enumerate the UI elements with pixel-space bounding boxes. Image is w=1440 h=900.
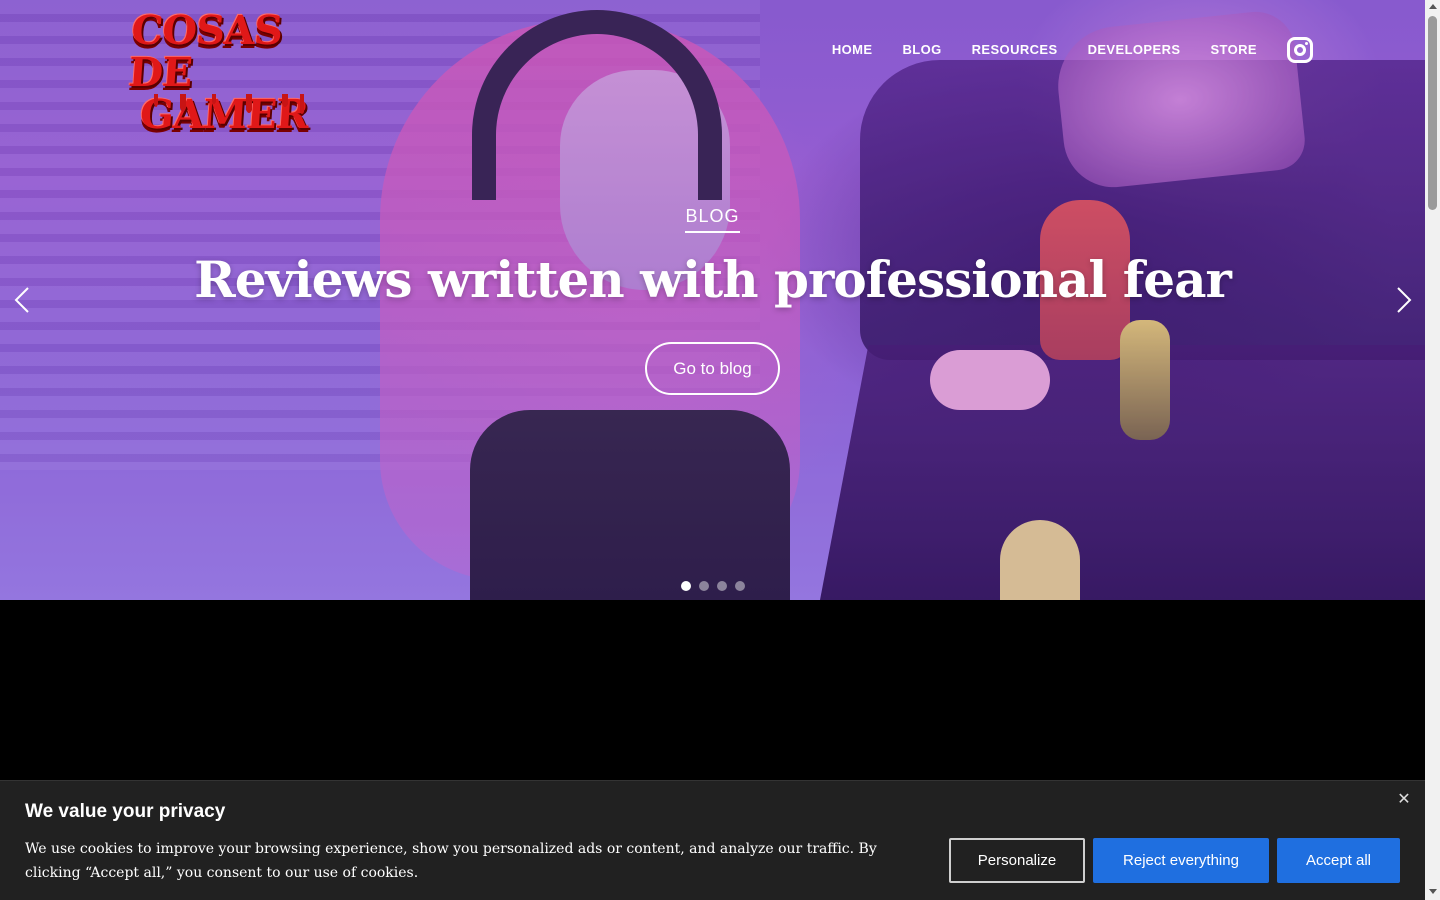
slide-kicker-wrap: BLOG [0, 206, 1425, 233]
hero-carousel: COSAS DE GAMER HOME BLOG RESOURCES DEVEL… [0, 0, 1425, 600]
cookie-banner: We value your privacy We use cookies to … [0, 780, 1425, 900]
nav-item-developers[interactable]: DEVELOPERS [1073, 38, 1196, 62]
carousel-next-button[interactable] [1388, 284, 1418, 316]
scrollbar-thumb[interactable] [1428, 16, 1437, 210]
scroll-up-arrow-icon[interactable] [1429, 4, 1437, 9]
chevron-right-icon [1397, 287, 1412, 313]
carousel-dot-1[interactable] [681, 581, 691, 591]
nav-item-store[interactable]: STORE [1195, 38, 1272, 62]
slide-kicker: BLOG [685, 206, 740, 233]
scroll-down-arrow-icon[interactable] [1429, 889, 1437, 894]
carousel-dot-2[interactable] [699, 581, 709, 591]
close-icon[interactable]: ✕ [1396, 791, 1412, 807]
page-scrollbar[interactable] [1425, 0, 1440, 900]
nav-item-home[interactable]: HOME [817, 38, 888, 62]
logo-drips [154, 94, 304, 114]
chevron-left-icon [14, 287, 29, 313]
go-to-blog-button[interactable]: Go to blog [645, 342, 780, 395]
main-nav: HOME BLOG RESOURCES DEVELOPERS STORE [817, 37, 1313, 63]
accept-all-button[interactable]: Accept all [1277, 838, 1400, 883]
carousel-dot-4[interactable] [735, 581, 745, 591]
cookie-text: We use cookies to improve your browsing … [25, 841, 877, 881]
nav-item-blog[interactable]: BLOG [887, 38, 956, 62]
instagram-icon[interactable] [1287, 37, 1313, 63]
nav-item-resources[interactable]: RESOURCES [957, 38, 1073, 62]
carousel-indicators [681, 581, 745, 591]
cookie-title: We value your privacy [25, 801, 226, 822]
personalize-button[interactable]: Personalize [949, 838, 1085, 883]
carousel-prev-button[interactable] [8, 284, 38, 316]
site-logo[interactable]: COSAS DE GAMER [126, 7, 316, 138]
page: COSAS DE GAMER HOME BLOG RESOURCES DEVEL… [0, 0, 1425, 900]
carousel-dot-3[interactable] [717, 581, 727, 591]
slide-headline: Reviews written with professional fear [194, 250, 1232, 309]
logo-line-1: COSAS DE [126, 7, 284, 96]
reject-all-button[interactable]: Reject everything [1093, 838, 1269, 883]
